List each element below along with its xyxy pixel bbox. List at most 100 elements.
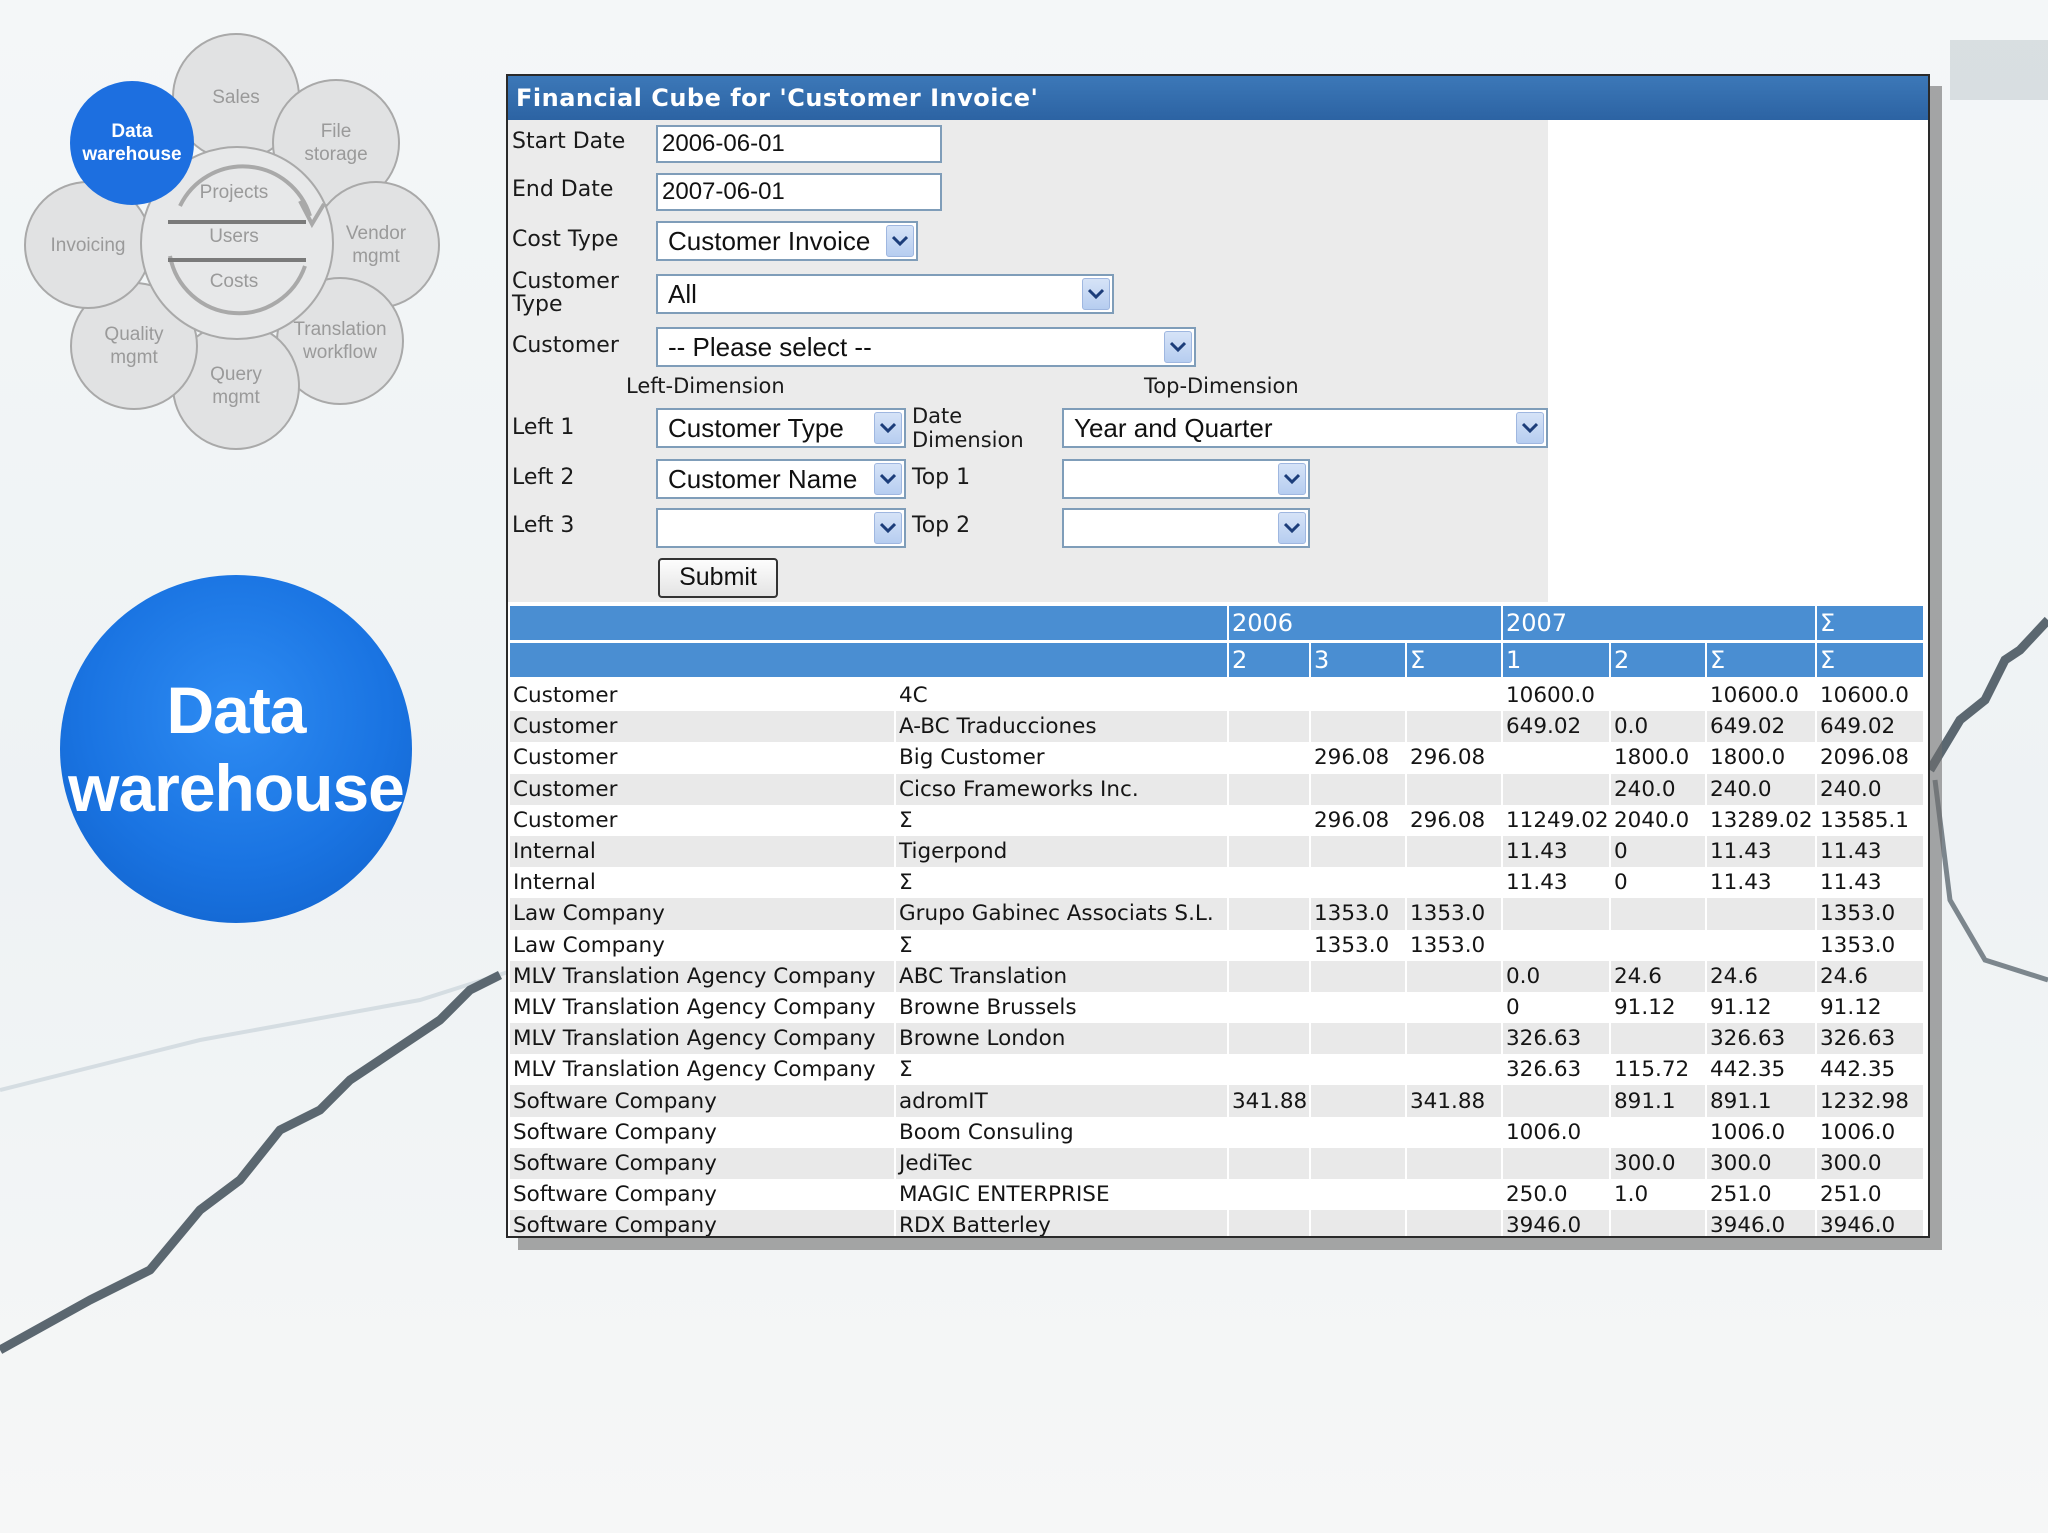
- cell-amount: 326.63: [1502, 1023, 1611, 1055]
- chevron-down-icon[interactable]: [1278, 512, 1306, 544]
- badge-label: Data warehouse: [68, 673, 405, 825]
- chevron-down-icon[interactable]: [1164, 331, 1192, 363]
- cell-amount: 11.43: [1816, 835, 1925, 868]
- table-row: Law Company Σ 1353.0 1353.0 1353.0: [510, 929, 1925, 961]
- customer-type-select[interactable]: All: [656, 274, 1114, 314]
- quarter-header: 3: [1310, 641, 1407, 680]
- cell-amount: 0: [1610, 835, 1707, 868]
- cell-amount: 250.0: [1502, 1179, 1611, 1211]
- customer-row: Customer -- Please select --: [508, 322, 1548, 375]
- cell-amount: [1228, 1116, 1311, 1148]
- chevron-down-icon[interactable]: [874, 412, 902, 444]
- cell-customer-type: Customer: [510, 773, 896, 805]
- end-date-row: End Date 2007-06-01: [508, 168, 1548, 219]
- cell-customer-type: MLV Translation Agency Company: [510, 1023, 896, 1055]
- cell-customer-name: Σ: [895, 929, 1229, 961]
- start-date-row: Start Date 2006-06-01: [508, 120, 1548, 171]
- year-header-total: Σ: [1816, 606, 1925, 643]
- submit-button[interactable]: Submit: [658, 558, 778, 598]
- hub-projects: Projects: [199, 182, 269, 203]
- cell-amount: [1228, 929, 1311, 961]
- cell-amount: 10600.0: [1706, 678, 1817, 712]
- cell-customer-type: Customer: [510, 742, 896, 774]
- cell-amount: 11.43: [1502, 867, 1611, 899]
- cell-amount: [1228, 1023, 1311, 1055]
- cell-amount: 0.0: [1502, 960, 1611, 992]
- cell-amount: [1310, 678, 1407, 712]
- cell-customer-name: adromIT: [895, 1085, 1229, 1117]
- cell-amount: [1228, 678, 1311, 712]
- table-row: MLV Translation Agency Company ABC Transl…: [510, 960, 1925, 992]
- cell-amount: [1610, 1210, 1707, 1236]
- select-value: Customer Invoice: [668, 226, 871, 256]
- cost-type-row: Cost Type Customer Invoice: [508, 216, 1548, 269]
- chevron-down-icon[interactable]: [874, 463, 902, 495]
- start-date-input[interactable]: 2006-06-01: [656, 125, 942, 163]
- cell-customer-type: MLV Translation Agency Company: [510, 960, 896, 992]
- table-row: Customer Big Customer 296.08 296.08 1800.0 18…: [510, 742, 1925, 774]
- cell-amount: 1800.0: [1706, 742, 1817, 774]
- left1-row: Left 1 Customer Type Date Dimension Year…: [508, 402, 1548, 457]
- customer-type-label: Customer Type: [512, 269, 619, 317]
- cell-customer-name: Grupo Gabinec Associats S.L.: [895, 898, 1229, 930]
- cell-amount: 1232.98: [1816, 1085, 1925, 1117]
- cell-customer-name: A-BC Traducciones: [895, 711, 1229, 743]
- cell-amount: [1228, 1179, 1311, 1211]
- left2-select[interactable]: Customer Name: [656, 459, 906, 499]
- cell-amount: [1406, 1147, 1503, 1179]
- chevron-down-icon[interactable]: [1516, 412, 1544, 444]
- cell-amount: [1610, 898, 1707, 930]
- cell-amount: 91.12: [1816, 991, 1925, 1024]
- chevron-down-icon[interactable]: [886, 225, 914, 257]
- cell-customer-name: Big Customer: [895, 742, 1229, 774]
- chevron-down-icon[interactable]: [874, 512, 902, 544]
- cell-customer-name: Cicso Frameworks Inc.: [895, 773, 1229, 805]
- petal-data-warehouse[interactable]: Data warehouse: [70, 81, 194, 205]
- cell-amount: [1310, 1054, 1407, 1086]
- cell-amount: 296.08: [1310, 804, 1407, 836]
- cell-amount: 240.0: [1610, 773, 1707, 805]
- left3-select[interactable]: [656, 508, 906, 548]
- cell-amount: 11249.02: [1502, 804, 1611, 836]
- cell-amount: 296.08: [1406, 804, 1503, 836]
- left1-select[interactable]: Customer Type: [656, 408, 906, 448]
- table-row: Software Company JediTec 300.0 300.0 300.0: [510, 1147, 1925, 1179]
- year-header-row: 2006 2007 Σ: [510, 606, 1925, 643]
- cell-customer-name: Browne London: [895, 1023, 1229, 1055]
- cell-amount: 3946.0: [1706, 1210, 1817, 1236]
- cell-customer-name: MAGIC ENTERPRISE: [895, 1179, 1229, 1211]
- cell-amount: 1353.0: [1816, 898, 1925, 930]
- cell-amount: 3946.0: [1816, 1210, 1925, 1236]
- cell-amount: [1406, 835, 1503, 868]
- cost-type-select[interactable]: Customer Invoice: [656, 221, 918, 261]
- cell-customer-type: Customer: [510, 804, 896, 836]
- hub-users: Users: [209, 226, 259, 247]
- table-row: Internal Σ 11.43 0 11.43 11.43: [510, 867, 1925, 899]
- chevron-down-icon[interactable]: [1082, 278, 1110, 310]
- cell-amount: 341.88: [1406, 1085, 1503, 1117]
- chevron-down-icon[interactable]: [1278, 463, 1306, 495]
- cell-amount: 251.0: [1816, 1179, 1925, 1211]
- end-date-input[interactable]: 2007-06-01: [656, 173, 942, 211]
- cell-amount: [1502, 742, 1611, 774]
- cell-amount: [1406, 1179, 1503, 1211]
- date-dimension-select[interactable]: Year and Quarter: [1062, 408, 1548, 448]
- date-dimension-label: Date Dimension: [912, 404, 1024, 452]
- top2-select[interactable]: [1062, 508, 1310, 548]
- cell-amount: [1502, 773, 1611, 805]
- customer-select[interactable]: -- Please select --: [656, 327, 1196, 367]
- cell-amount: 891.1: [1706, 1085, 1817, 1117]
- cell-customer-type: Software Company: [510, 1179, 896, 1211]
- cube-result-table: 2006 2007 Σ 2 3 Σ 1 2 Σ Σ Customer 4C 1060…: [510, 606, 1925, 1236]
- top1-select[interactable]: [1062, 459, 1310, 499]
- left2-row: Left 2 Customer Name Top 1: [508, 454, 1548, 507]
- cell-amount: 2096.08: [1816, 742, 1925, 774]
- petal-label: Data warehouse: [82, 121, 182, 165]
- cell-amount: 13585.1: [1816, 804, 1925, 836]
- cell-amount: 1006.0: [1502, 1116, 1611, 1148]
- cell-amount: 326.63: [1502, 1054, 1611, 1086]
- select-value: All: [668, 279, 697, 309]
- cell-customer-name: Boom Consuling: [895, 1116, 1229, 1148]
- cell-amount: [1406, 678, 1503, 712]
- cell-amount: [1706, 929, 1817, 961]
